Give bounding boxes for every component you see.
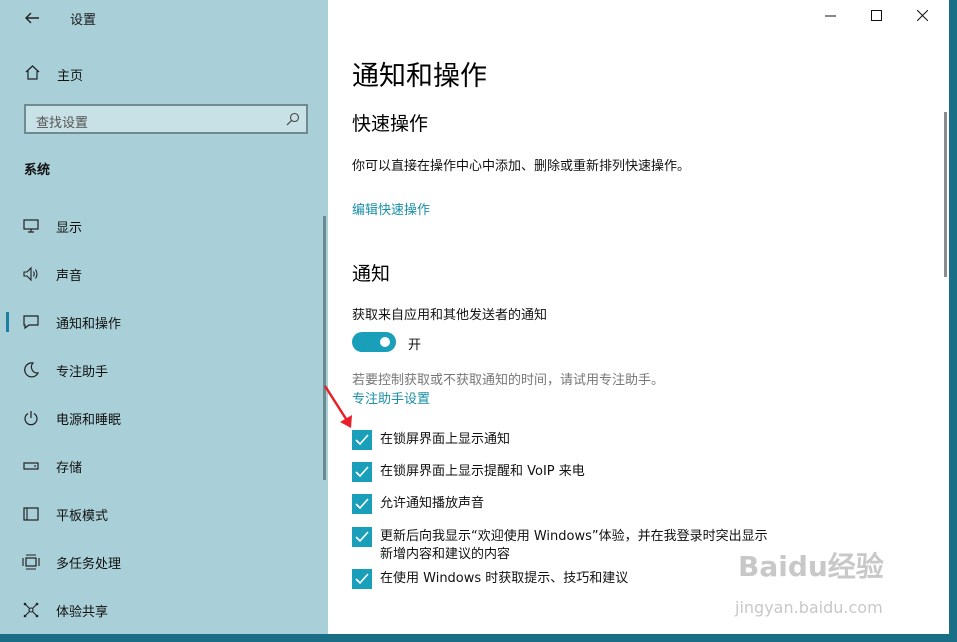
sidebar-item-multitasking[interactable]: 多任务处理 bbox=[0, 542, 326, 582]
section-title: 系统 bbox=[24, 163, 51, 178]
checkbox-label: 在使用 Windows 时获取提示、技巧和建议 bbox=[380, 571, 629, 586]
sidebar-item-power[interactable]: 电源和睡眠 bbox=[0, 398, 326, 438]
sidebar-item-label: 体验共享 bbox=[56, 605, 109, 620]
settings-window: 设置 主页 查找设置 系统 显示 声音 通知和操作 专注助手 电源和睡眠 存储 … bbox=[0, 0, 949, 634]
active-indicator bbox=[6, 312, 9, 332]
toggle-state-label: 开 bbox=[408, 338, 422, 353]
home-icon bbox=[25, 65, 40, 80]
watermark-url: jingyan.baidu.com bbox=[735, 598, 883, 617]
moon-icon bbox=[24, 362, 40, 378]
checkbox-label: 更新后向我显示“欢迎使用 Windows”体验，并在我登录时突出显示 bbox=[380, 529, 768, 544]
sidebar-item-label: 声音 bbox=[56, 269, 83, 284]
maximize-button[interactable] bbox=[854, 2, 900, 32]
multitask-icon bbox=[22, 554, 40, 570]
checkbox-notification-sounds[interactable] bbox=[352, 494, 372, 514]
checkmark-icon bbox=[355, 466, 369, 478]
search-input[interactable]: 查找设置 bbox=[24, 104, 308, 134]
back-button[interactable] bbox=[18, 6, 48, 30]
checkbox-lock-screen-notifications[interactable] bbox=[352, 430, 372, 450]
checkbox-label: 在锁屏界面上显示提醒和 VoIP 来电 bbox=[380, 464, 585, 479]
sidebar-item-label: 通知和操作 bbox=[56, 317, 122, 332]
maximize-icon bbox=[871, 10, 882, 21]
sidebar-item-label: 多任务处理 bbox=[56, 557, 122, 572]
tablet-icon bbox=[23, 507, 39, 521]
sidebar-item-tablet-mode[interactable]: 平板模式 bbox=[0, 494, 326, 534]
notifications-toggle[interactable] bbox=[352, 332, 396, 352]
annotation-arrow-icon bbox=[323, 385, 352, 428]
storage-icon bbox=[23, 462, 39, 470]
sidebar-item-label: 专注助手 bbox=[56, 365, 109, 380]
checkmark-icon bbox=[355, 573, 369, 585]
checkbox-welcome-experience[interactable] bbox=[352, 527, 372, 547]
sidebar-item-label: 显示 bbox=[56, 221, 83, 236]
edit-quick-actions-link[interactable]: 编辑快速操作 bbox=[352, 199, 430, 218]
checkbox-lock-screen-reminders[interactable] bbox=[352, 462, 372, 482]
power-icon bbox=[24, 411, 38, 426]
search-placeholder: 查找设置 bbox=[36, 116, 89, 131]
share-icon bbox=[23, 602, 39, 618]
sidebar-item-home[interactable]: 主页 bbox=[24, 62, 314, 86]
sidebar-item-label: 主页 bbox=[57, 69, 84, 84]
checkbox-label: 在锁屏界面上显示通知 bbox=[380, 432, 511, 447]
sidebar-item-focus-assist[interactable]: 专注助手 bbox=[0, 350, 326, 390]
back-arrow-icon bbox=[25, 12, 39, 24]
sidebar-item-label: 平板模式 bbox=[56, 509, 109, 524]
quick-actions-heading: 快速操作 bbox=[352, 113, 429, 135]
speaker-icon bbox=[23, 266, 38, 282]
sidebar: 设置 主页 查找设置 系统 显示 声音 通知和操作 专注助手 电源和睡眠 存储 … bbox=[0, 0, 328, 634]
content-scrollbar[interactable] bbox=[944, 112, 947, 277]
sidebar-item-sound[interactable]: 声音 bbox=[0, 254, 326, 294]
content-pane: 通知和操作 快速操作 你可以直接在操作中心中添加、删除或重新排列快速操作。 编辑… bbox=[328, 0, 949, 634]
toggle-knob bbox=[380, 337, 390, 347]
minimize-icon bbox=[825, 15, 836, 17]
sidebar-scrollbar[interactable] bbox=[323, 216, 326, 480]
monitor-icon bbox=[23, 219, 39, 233]
watermark-logo: Baidu经验 bbox=[738, 550, 884, 583]
sidebar-item-notifications[interactable]: 通知和操作 bbox=[0, 302, 326, 342]
sidebar-item-label: 电源和睡眠 bbox=[56, 413, 122, 428]
page-title: 通知和操作 bbox=[352, 61, 487, 92]
sidebar-item-shared-experiences[interactable]: 体验共享 bbox=[0, 590, 326, 630]
checkmark-icon bbox=[355, 531, 369, 543]
focus-assist-settings-link[interactable]: 专注助手设置 bbox=[352, 388, 430, 407]
close-button[interactable] bbox=[900, 2, 946, 32]
minimize-button[interactable] bbox=[808, 2, 854, 32]
quick-actions-description: 你可以直接在操作中心中添加、删除或重新排列快速操作。 bbox=[352, 159, 691, 174]
sidebar-item-storage[interactable]: 存储 bbox=[0, 446, 326, 486]
checkbox-tips-tricks[interactable] bbox=[352, 569, 372, 589]
focus-assist-hint: 若要控制获取或不获取通知的时间，请试用专注助手。 bbox=[352, 373, 665, 388]
notification-icon bbox=[23, 315, 39, 330]
sidebar-item-display[interactable]: 显示 bbox=[0, 206, 326, 246]
get-notifications-label: 获取来自应用和其他发送者的通知 bbox=[352, 308, 548, 323]
checkbox-label-line2: 新增内容和建议的内容 bbox=[380, 547, 511, 562]
checkmark-icon bbox=[355, 498, 369, 510]
search-icon bbox=[286, 112, 300, 126]
checkbox-label: 允许通知播放声音 bbox=[380, 496, 485, 511]
sidebar-item-label: 存储 bbox=[56, 461, 83, 476]
checkmark-icon bbox=[355, 434, 369, 446]
notifications-heading: 通知 bbox=[352, 263, 391, 285]
window-title: 设置 bbox=[70, 13, 97, 28]
close-icon bbox=[916, 9, 929, 22]
